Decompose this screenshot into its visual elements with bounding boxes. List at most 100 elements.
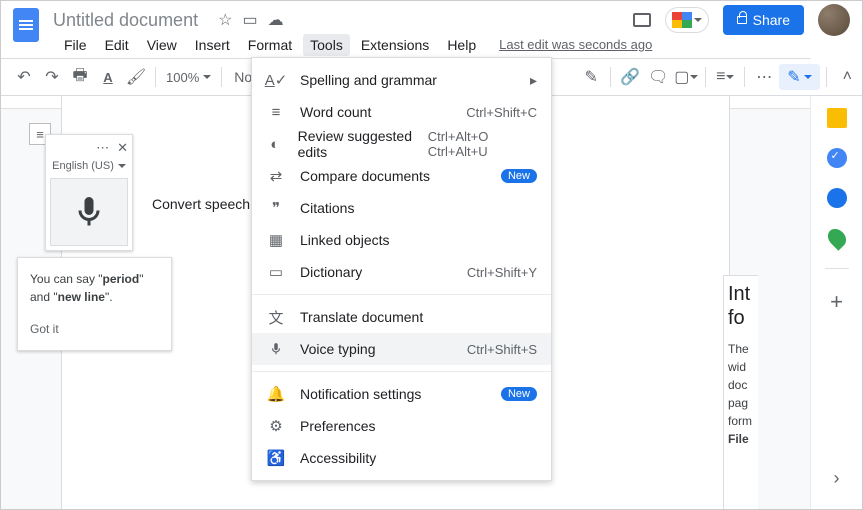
menu-label: Preferences (300, 418, 375, 434)
menu-label: Dictionary (300, 264, 362, 280)
maps-icon[interactable] (824, 225, 849, 250)
microphone-button[interactable] (50, 178, 128, 246)
highlight-icon[interactable]: ✎ (578, 64, 604, 90)
zoom-select[interactable]: 100% (162, 70, 215, 85)
tip-text: You can say "period" and "new line". (30, 272, 143, 304)
document-title[interactable]: Untitled document (53, 10, 198, 31)
keep-icon[interactable] (827, 108, 847, 128)
hide-menus-icon[interactable]: ˄ (843, 68, 852, 86)
contacts-icon[interactable] (827, 188, 847, 208)
new-badge: New (501, 387, 537, 401)
word-count-icon: ≡ (266, 102, 286, 122)
menu-compare-documents[interactable]: ⇄ Compare documents New (252, 160, 551, 192)
menu-label: Citations (300, 200, 354, 216)
tools-dropdown: A✓ Spelling and grammar ▸ ≡ Word count C… (251, 57, 552, 481)
close-icon[interactable]: ✕ (117, 140, 128, 156)
menu-voice-typing[interactable]: Voice typing Ctrl+Shift+S (252, 333, 551, 365)
menu-linked-objects[interactable]: ▦ Linked objects (252, 224, 551, 256)
share-label: Share (753, 12, 790, 28)
menu-translate[interactable]: 文 Translate document (252, 301, 551, 333)
last-edit-link[interactable]: Last edit was seconds ago (499, 37, 652, 52)
voice-language-select[interactable]: English (US) (50, 160, 128, 172)
paint-format-icon[interactable]: 🖌 (123, 64, 149, 90)
zoom-value: 100% (166, 70, 199, 85)
title-bar: Untitled document ☆ ▭ ☁ Share (1, 1, 862, 33)
share-button[interactable]: Share (723, 5, 804, 35)
dictionary-icon: ▭ (266, 262, 286, 282)
star-icon[interactable]: ☆ (218, 10, 232, 30)
side-panel: + › (810, 58, 862, 509)
chevron-down-icon (118, 164, 126, 172)
voice-tip-tooltip: You can say "period" and "new line". Got… (17, 257, 172, 351)
menu-label: Word count (300, 104, 371, 120)
document-body-text[interactable]: Convert speech to (152, 196, 266, 212)
menu-shortcut: Ctrl+Shift+S (467, 342, 537, 357)
move-icon[interactable]: ▭ (242, 10, 257, 30)
menu-separator (252, 371, 551, 372)
redo-icon[interactable]: ↷ (39, 64, 65, 90)
account-avatar[interactable] (818, 4, 850, 36)
menu-bar: File Edit View Insert Format Tools Exten… (1, 33, 862, 59)
chevron-right-icon: ▸ (530, 72, 537, 89)
menu-help[interactable]: Help (440, 34, 483, 56)
menu-shortcut: Ctrl+Alt+O Ctrl+Alt+U (428, 129, 537, 159)
hide-sidepanel-icon[interactable]: › (834, 468, 840, 489)
tasks-icon[interactable] (827, 148, 847, 168)
menu-insert[interactable]: Insert (188, 34, 237, 56)
menu-label: Notification settings (300, 386, 421, 402)
insert-link-icon[interactable]: 🔗 (617, 64, 643, 90)
docs-logo-icon[interactable] (13, 8, 39, 42)
insert-image-icon[interactable]: ▢ (673, 64, 699, 90)
info-title-l1: Int (728, 283, 750, 305)
citations-icon: ❞ (266, 198, 286, 218)
menu-label: Linked objects (300, 232, 390, 248)
add-comment-icon[interactable]: 🗨 (645, 64, 671, 90)
menu-citations[interactable]: ❞ Citations (252, 192, 551, 224)
menu-dictionary[interactable]: ▭ Dictionary Ctrl+Shift+Y (252, 256, 551, 288)
menu-label: Accessibility (300, 450, 376, 466)
accessibility-icon: ♿ (266, 448, 286, 468)
undo-icon[interactable]: ↶ (11, 64, 37, 90)
voice-menu-icon[interactable]: ⋯ (96, 140, 109, 156)
menu-notification-settings[interactable]: 🔔 Notification settings New (252, 378, 551, 410)
chevron-down-icon (694, 18, 702, 26)
menu-view[interactable]: View (140, 34, 184, 56)
voice-typing-widget[interactable]: ⋯ ✕ English (US) (45, 134, 133, 251)
info-body-bold: File (728, 432, 749, 446)
meet-icon (672, 12, 692, 28)
microphone-icon (71, 192, 107, 232)
menu-tools[interactable]: Tools (303, 34, 350, 56)
menu-extensions[interactable]: Extensions (354, 34, 436, 56)
editing-mode-button[interactable]: ✎ (779, 64, 819, 90)
voice-language-label: English (US) (52, 160, 114, 172)
menu-label: Compare documents (300, 168, 430, 184)
menu-spelling-grammar[interactable]: A✓ Spelling and grammar ▸ (252, 64, 551, 96)
bell-icon: 🔔 (266, 384, 286, 404)
menu-word-count[interactable]: ≡ Word count Ctrl+Shift+C (252, 96, 551, 128)
tip-dismiss-button[interactable]: Got it (30, 320, 159, 338)
add-addon-icon[interactable]: + (830, 289, 843, 315)
meet-button[interactable] (665, 7, 709, 33)
translate-icon: 文 (266, 307, 286, 327)
menu-review-edits[interactable]: ◐ Review suggested edits Ctrl+Alt+O Ctrl… (252, 128, 551, 160)
menu-edit[interactable]: Edit (98, 34, 136, 56)
menu-accessibility[interactable]: ♿ Accessibility (252, 442, 551, 474)
cloud-status-icon[interactable]: ☁ (268, 10, 284, 30)
menu-format[interactable]: Format (241, 34, 299, 56)
spellcheck-icon: A✓ (266, 70, 286, 90)
info-body-text: The wid doc pag form (728, 342, 752, 428)
spellcheck-icon[interactable]: A (95, 64, 121, 90)
comments-icon[interactable] (633, 13, 651, 27)
menu-label: Translate document (300, 309, 423, 325)
side-info-pane: Intfo The wid doc pag form File ✦ (723, 275, 758, 509)
menu-shortcut: Ctrl+Shift+Y (467, 265, 537, 280)
menu-label: Voice typing (300, 341, 376, 357)
more-icon[interactable]: ⋯ (751, 64, 777, 90)
menu-preferences[interactable]: ⚙ Preferences (252, 410, 551, 442)
linked-objects-icon: ▦ (266, 230, 286, 250)
print-icon[interactable]: 🖶 (67, 64, 93, 90)
review-icon: ◐ (266, 134, 284, 154)
align-icon[interactable]: ≡ (712, 64, 738, 90)
microphone-icon (266, 339, 286, 359)
menu-file[interactable]: File (57, 34, 94, 56)
